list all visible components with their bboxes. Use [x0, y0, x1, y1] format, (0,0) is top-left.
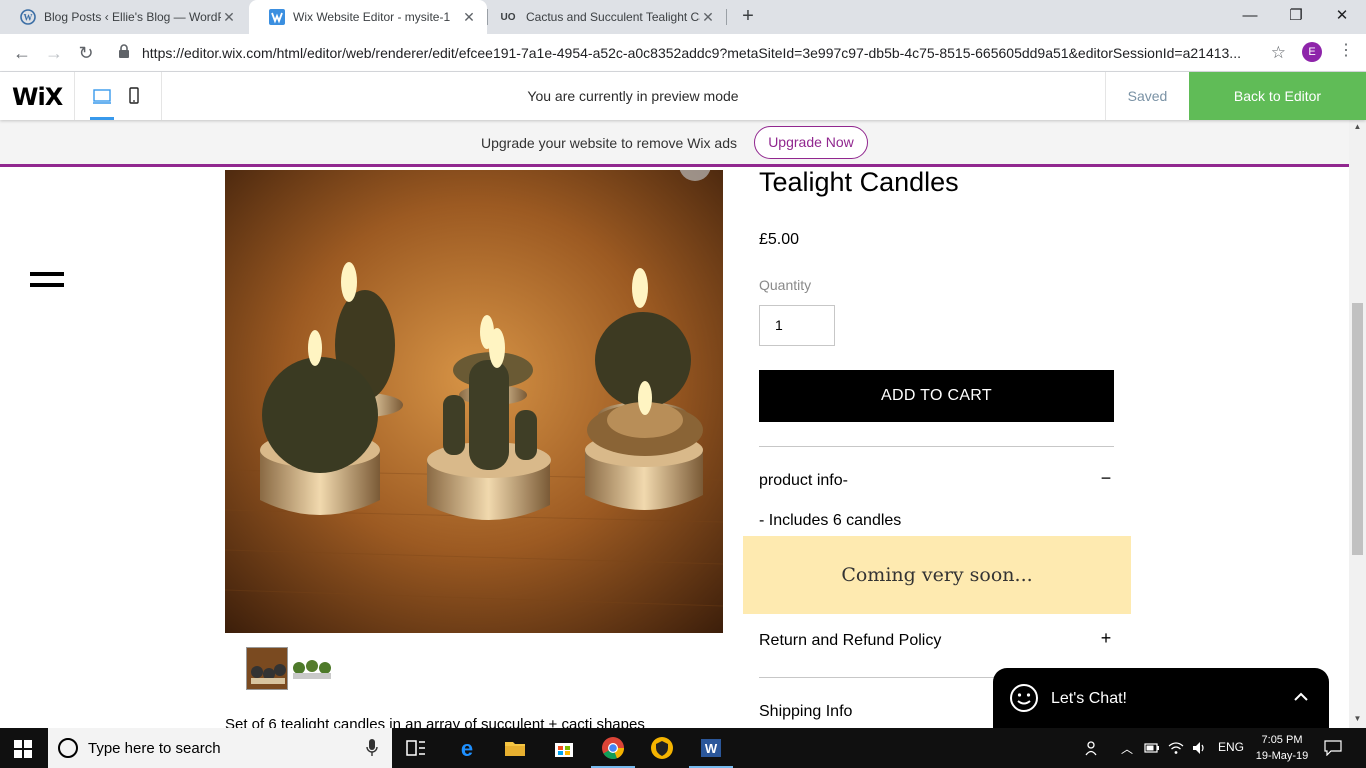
windows-start-icon[interactable]: [14, 740, 32, 758]
bookmark-star-icon[interactable]: ☆: [1271, 43, 1286, 63]
chevron-up-icon[interactable]: ︿: [1121, 740, 1133, 757]
scroll-down-icon[interactable]: ▼: [1352, 714, 1363, 723]
tab-blog-posts[interactable]: W Blog Posts ‹ Ellie's Blog — WordP ✕: [0, 0, 247, 34]
address-bar[interactable]: https://editor.wix.com/html/editor/web/r…: [110, 38, 1290, 68]
svg-text:e: e: [461, 736, 473, 760]
smiley-icon: [1009, 683, 1039, 713]
chrome-menu-icon[interactable]: ⋮: [1338, 40, 1354, 60]
chevron-up-icon[interactable]: [1291, 687, 1311, 707]
tab-title: Cactus and Succulent Tealight Ca: [526, 10, 700, 24]
reload-icon[interactable]: ↻: [74, 41, 98, 65]
forward-arrow-icon[interactable]: →: [42, 41, 66, 65]
tab-separator: [726, 9, 727, 25]
tab-wix-editor[interactable]: Wix Website Editor - mysite-1 ✕: [249, 0, 487, 34]
expand-icon[interactable]: +: [1098, 628, 1114, 649]
uo-icon: UO: [500, 11, 516, 23]
wix-icon: [269, 9, 285, 25]
tab-title: Blog Posts ‹ Ellie's Blog — WordP: [44, 10, 221, 24]
coming-soon-banner: Coming very soon...: [743, 536, 1131, 614]
taskbar-search-box[interactable]: Type here to search: [48, 728, 392, 768]
store-icon[interactable]: [552, 736, 576, 760]
preview-mode-text: You are currently in preview mode: [527, 88, 739, 104]
product-title: Tealight Candles: [759, 167, 959, 197]
clock-time: 7:05 PM: [1261, 734, 1303, 746]
product-thumbnail[interactable]: [290, 647, 333, 690]
wordpress-icon: W: [20, 9, 36, 25]
lock-icon: [118, 43, 136, 63]
chat-widget[interactable]: Let's Chat!: [993, 668, 1329, 730]
window-close-icon[interactable]: ✕: [1319, 3, 1365, 29]
back-arrow-icon[interactable]: ←: [10, 41, 34, 65]
file-explorer-icon[interactable]: [503, 736, 527, 760]
product-image[interactable]: [225, 170, 723, 633]
browser-tab-strip: W Blog Posts ‹ Ellie's Blog — WordP ✕ Wi…: [0, 0, 1366, 34]
svg-text:W: W: [705, 741, 718, 756]
tab-close-icon[interactable]: ✕: [461, 9, 477, 26]
saved-status: Saved: [1105, 72, 1189, 120]
edge-icon[interactable]: e: [455, 736, 479, 761]
search-placeholder: Type here to search: [88, 740, 221, 757]
product-thumbnail[interactable]: [246, 647, 288, 690]
accordion-refund-policy-title[interactable]: Return and Refund Policy: [759, 632, 941, 650]
windows-taskbar: Type here to search e W ︿ ENG 7:05 PM 19…: [0, 728, 1366, 768]
site-menu-icon[interactable]: [30, 272, 64, 294]
taskbar-clock[interactable]: 7:05 PM 19-May-19: [1252, 732, 1312, 764]
notifications-icon[interactable]: [1324, 740, 1342, 759]
desktop-view-indicator: [90, 117, 114, 120]
product-info-content: - Includes 6 candles: [759, 512, 902, 529]
new-tab-icon[interactable]: +: [737, 5, 759, 28]
product-price: £5.00: [759, 231, 800, 248]
wix-preview-bar: WiX You are currently in preview mode Sa…: [0, 72, 1366, 120]
quantity-label: Quantity: [759, 277, 812, 293]
divider: [759, 446, 1114, 447]
restore-icon[interactable]: ❐: [1273, 3, 1319, 29]
chrome-icon[interactable]: [601, 736, 625, 760]
tab-close-icon[interactable]: ✕: [221, 9, 237, 26]
task-view-icon[interactable]: [404, 736, 428, 760]
ads-banner-text: Upgrade your website to remove Wix ads: [481, 135, 737, 151]
chat-label: Let's Chat!: [1051, 690, 1127, 707]
scrollbar-thumb[interactable]: [1352, 303, 1363, 555]
tab-close-icon[interactable]: ✕: [700, 9, 716, 26]
svg-text:W: W: [24, 13, 33, 23]
word-icon[interactable]: W: [699, 736, 723, 760]
accordion-product-info-title[interactable]: product info-: [759, 472, 848, 490]
quantity-input[interactable]: 1: [759, 305, 835, 346]
vpn-shield-icon[interactable]: [650, 736, 674, 760]
tab-cactus-candles[interactable]: UO Cactus and Succulent Tealight Ca ✕: [488, 0, 726, 34]
accordion-shipping-info-title[interactable]: Shipping Info: [759, 703, 852, 721]
minimize-icon[interactable]: —: [1227, 3, 1273, 29]
scroll-up-icon[interactable]: ▲: [1352, 122, 1363, 131]
upgrade-now-button[interactable]: Upgrade Now: [754, 126, 868, 159]
back-to-editor-button[interactable]: Back to Editor: [1189, 72, 1366, 120]
microphone-icon[interactable]: [366, 739, 378, 757]
profile-avatar[interactable]: E: [1302, 42, 1322, 62]
tab-title: Wix Website Editor - mysite-1: [293, 10, 451, 24]
volume-icon[interactable]: [1191, 740, 1207, 759]
cortana-icon: [58, 738, 78, 758]
wix-ads-banner: Upgrade your website to remove Wix ads U…: [0, 120, 1349, 167]
battery-icon[interactable]: [1144, 740, 1160, 759]
add-to-cart-button[interactable]: ADD TO CART: [759, 370, 1114, 422]
clock-date: 19-May-19: [1255, 750, 1309, 762]
wifi-icon[interactable]: [1168, 740, 1184, 759]
browser-toolbar: ← → ↻ https://editor.wix.com/html/editor…: [0, 34, 1366, 72]
people-icon[interactable]: [1084, 740, 1100, 759]
collapse-icon[interactable]: −: [1098, 468, 1114, 489]
url-text: https://editor.wix.com/html/editor/web/r…: [142, 45, 1241, 61]
language-indicator[interactable]: ENG: [1218, 740, 1244, 754]
